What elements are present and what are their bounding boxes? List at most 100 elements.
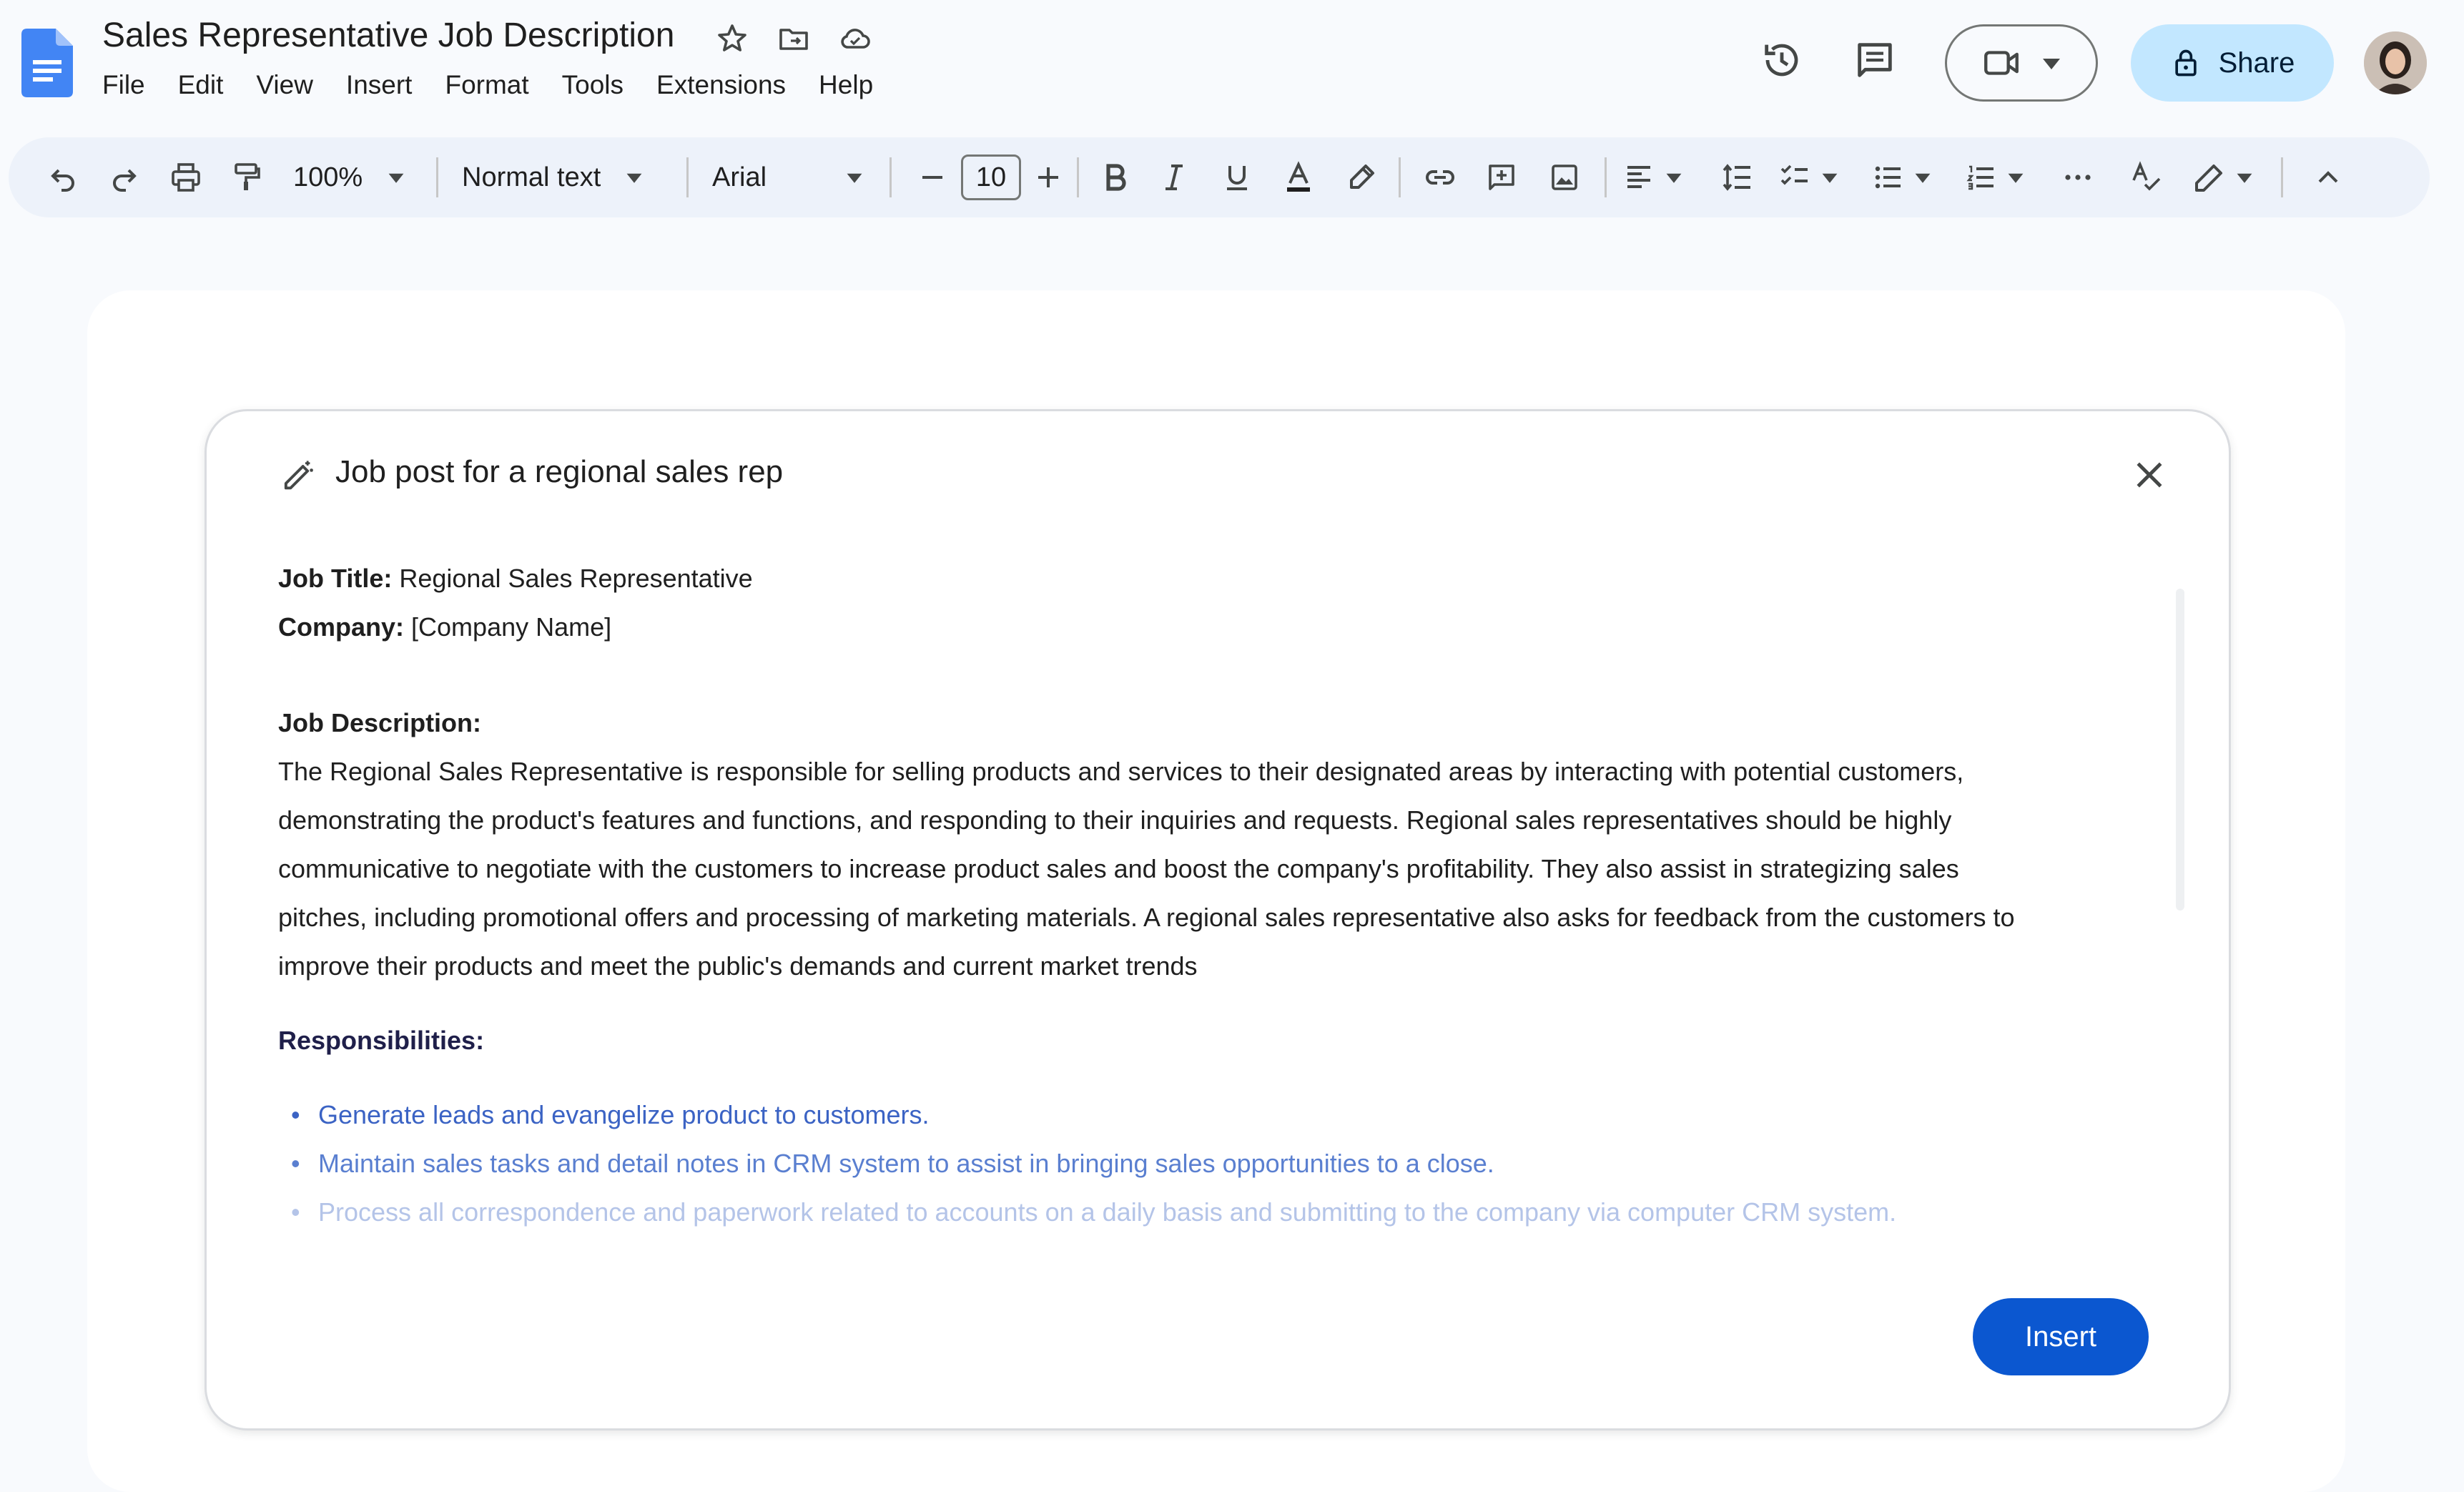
job-title-line: Job Title: Regional Sales Representative <box>278 554 2152 603</box>
description-heading-text: Job Description: <box>278 708 482 737</box>
redo-button[interactable] <box>107 137 142 217</box>
editing-mode-select[interactable] <box>2192 137 2254 217</box>
caret-down-icon <box>388 173 404 183</box>
highlight-color-button[interactable] <box>1344 137 1379 217</box>
toolbar-divider <box>686 157 689 197</box>
lock-icon <box>2174 49 2197 77</box>
toolbar-divider <box>436 157 438 197</box>
spelling-button[interactable] <box>2129 137 2164 217</box>
font-size-input[interactable]: 10 <box>961 154 1021 200</box>
move-folder-icon[interactable] <box>777 21 811 56</box>
numbered-list-icon <box>1966 165 1994 190</box>
menu-bar: File Edit View Insert Format Tools Exten… <box>102 70 906 100</box>
list-item: Generate leads and evangelize product to… <box>278 1091 2152 1139</box>
paint-format-icon <box>235 163 260 190</box>
menu-insert[interactable]: Insert <box>346 70 413 100</box>
comments-icon[interactable] <box>1852 37 1898 83</box>
numbered-list-select[interactable] <box>1963 137 2025 217</box>
paint-format-button[interactable] <box>230 137 265 217</box>
image-icon <box>1552 165 1577 190</box>
close-icon[interactable] <box>2130 456 2169 494</box>
version-history-icon[interactable] <box>1759 37 1805 83</box>
help-me-write-panel: Job post for a regional sales rep Job Ti… <box>204 409 2231 1430</box>
paragraph-style-select[interactable]: Normal text <box>462 137 644 217</box>
checklist-select[interactable] <box>1778 137 1839 217</box>
align-select[interactable] <box>1622 137 1683 217</box>
italic-button[interactable] <box>1157 137 1191 217</box>
hide-menus-button[interactable] <box>2311 137 2345 217</box>
align-left-icon <box>1627 166 1650 188</box>
highlighter-icon <box>1350 165 1374 189</box>
generated-content: Job Title: Regional Sales Representative… <box>278 554 2152 1237</box>
insert-link-button[interactable] <box>1423 137 1457 217</box>
minus-icon <box>922 176 942 179</box>
top-bar: Sales Representative Job Description Fil… <box>0 0 2464 129</box>
prompt-text: Job post for a regional sales rep <box>335 454 784 489</box>
more-horizontal-icon <box>2065 175 2091 180</box>
bold-button[interactable] <box>1098 137 1133 217</box>
underline-button[interactable] <box>1220 137 1254 217</box>
decrease-font-size-button[interactable] <box>915 137 950 217</box>
description-line: improve their products and meet the publ… <box>278 951 1198 981</box>
share-label: Share <box>2218 46 2295 79</box>
spellcheck-icon <box>2132 161 2161 191</box>
responsibilities-list: Generate leads and evangelize product to… <box>278 1091 2152 1237</box>
user-avatar-icon <box>2364 31 2427 94</box>
menu-format[interactable]: Format <box>445 70 528 100</box>
docs-logo-icon[interactable] <box>21 29 73 97</box>
description-line: demonstrating the product's features and… <box>278 805 1952 835</box>
responsibilities-heading: Responsibilities: <box>278 1026 485 1055</box>
insert-image-button[interactable] <box>1547 137 1582 217</box>
formatting-toolbar: 100% Normal text Arial 10 <box>9 137 2430 217</box>
menu-help[interactable]: Help <box>819 70 873 100</box>
add-comment-icon <box>1489 165 1514 190</box>
bulleted-list-select[interactable] <box>1871 137 1932 217</box>
redo-icon <box>113 169 137 192</box>
zoom-value: 100% <box>293 162 363 192</box>
list-item: Process all correspondence and paperwork… <box>278 1188 2152 1237</box>
document-title[interactable]: Sales Representative Job Description <box>102 16 674 55</box>
company-value: [Company Name] <box>411 612 612 642</box>
menu-extensions[interactable]: Extensions <box>656 70 786 100</box>
toolbar-divider <box>1399 157 1401 197</box>
plus-icon <box>1038 167 1058 187</box>
chevron-up-icon <box>2318 171 2338 183</box>
menu-edit[interactable]: Edit <box>178 70 224 100</box>
cloud-saved-icon[interactable] <box>838 21 872 56</box>
more-options-button[interactable] <box>2061 137 2095 217</box>
description-heading: Job Description: <box>278 699 2152 747</box>
job-title-label: Job Title: <box>278 564 393 593</box>
list-item: Maintain sales tasks and detail notes in… <box>278 1139 2152 1188</box>
font-family-select[interactable]: Arial <box>712 137 864 217</box>
account-avatar[interactable] <box>2364 31 2427 94</box>
caret-down-icon <box>2008 173 2024 183</box>
menu-view[interactable]: View <box>256 70 313 100</box>
add-comment-button[interactable] <box>1484 137 1519 217</box>
caret-down-icon <box>1915 173 1931 183</box>
video-camera-icon <box>1984 51 2019 75</box>
caret-down-icon <box>626 173 642 183</box>
paragraph-style-value: Normal text <box>462 162 601 192</box>
title-actions <box>715 21 872 56</box>
content-scrollbar[interactable] <box>2176 589 2184 911</box>
increase-font-size-button[interactable] <box>1031 137 1065 217</box>
caret-down-icon <box>1822 173 1838 183</box>
text-color-button[interactable] <box>1281 137 1316 217</box>
line-spacing-button[interactable] <box>1720 137 1755 217</box>
caret-down-icon <box>2237 173 2252 183</box>
zoom-select[interactable]: 100% <box>293 137 405 217</box>
insert-button[interactable]: Insert <box>1973 1298 2149 1375</box>
description-line: The Regional Sales Representative is res… <box>278 757 1964 786</box>
undo-button[interactable] <box>46 137 80 217</box>
description-line: communicative to negotiate with the cust… <box>278 854 1959 883</box>
menu-tools[interactable]: Tools <box>562 70 624 100</box>
italic-icon <box>1166 165 1183 190</box>
menu-file[interactable]: File <box>102 70 145 100</box>
share-button[interactable]: Share <box>2131 24 2334 102</box>
star-icon[interactable] <box>715 21 749 56</box>
bold-icon <box>1106 164 1126 191</box>
print-button[interactable] <box>169 137 203 217</box>
line-spacing-icon <box>1723 164 1750 191</box>
checklist-icon <box>1780 165 1808 185</box>
meet-button[interactable] <box>1945 24 2098 102</box>
